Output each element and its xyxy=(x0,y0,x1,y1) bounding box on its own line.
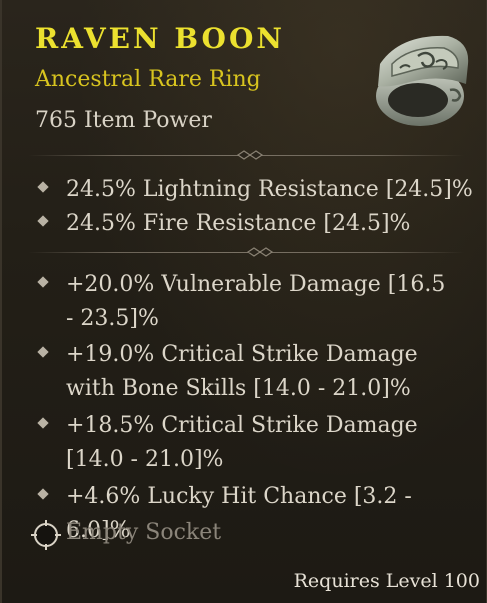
ring-icon xyxy=(376,35,469,126)
diamond-bullet-icon xyxy=(37,488,49,500)
socket-icon xyxy=(31,520,61,550)
socket-label: Empty Socket xyxy=(66,520,222,545)
implicit-text: 24.5% Fire Resistance [24.5]% xyxy=(66,211,411,236)
diamond-bullet-icon xyxy=(37,417,49,429)
affix-row: +19.0% Critical Strike Damage with Bone … xyxy=(37,338,459,406)
affix-row: +18.5% Critical Strike Damage [14.0 - 21… xyxy=(37,409,459,477)
divider-middle xyxy=(28,246,464,258)
diamond-bullet-icon xyxy=(37,215,49,227)
level-requirement: Requires Level 100 xyxy=(293,570,480,592)
implicit-row: 24.5% Lightning Resistance [24.5]% xyxy=(37,173,473,207)
divider-ornament-icon xyxy=(246,247,274,257)
diamond-bullet-icon xyxy=(37,346,49,358)
item-tooltip: RAVEN BOON Ancestral Rare Ring 765 Item … xyxy=(0,0,487,603)
item-rarity-type: Ancestral Rare Ring xyxy=(35,67,261,92)
affix-text: +20.0% Vulnerable Damage [16.5 - 23.5]% xyxy=(66,272,446,331)
item-power: 765 Item Power xyxy=(35,108,212,133)
implicit-text: 24.5% Lightning Resistance [24.5]% xyxy=(66,177,473,202)
diamond-bullet-icon xyxy=(37,181,49,193)
divider-top xyxy=(28,149,464,161)
affix-row: +20.0% Vulnerable Damage [16.5 - 23.5]% xyxy=(37,268,459,336)
implicit-row: 24.5% Fire Resistance [24.5]% xyxy=(37,207,411,241)
affix-text: +18.5% Critical Strike Damage [14.0 - 21… xyxy=(66,413,418,472)
diamond-bullet-icon xyxy=(37,276,49,288)
item-name: RAVEN BOON xyxy=(35,22,285,55)
affix-text: +19.0% Critical Strike Damage with Bone … xyxy=(66,342,418,401)
divider-ornament-icon xyxy=(236,150,264,160)
